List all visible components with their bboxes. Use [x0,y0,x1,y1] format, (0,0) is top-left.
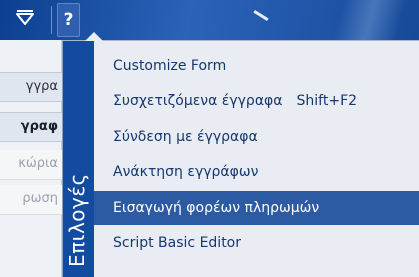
form-field-row[interactable]: ρωση [0,185,62,215]
menu-title: Επιλογές [65,173,89,267]
form-field-label: γγρα [25,79,58,94]
menu-item-shortcut: Shift+F2 [296,93,358,109]
menu-item-label: Ανάκτηση εγγράφων [113,164,259,180]
menu-item-label: Συσχετιζόμενα έγγραφα [113,93,283,109]
menu-item-label: Σύνδεση με έγγραφα [113,129,258,145]
menu-item-label: Customize Form [113,58,227,74]
form-field-label: κώρια [18,156,58,171]
menu-item-related-documents[interactable]: Συσχετιζόμενα έγγραφα Shift+F2 [94,84,419,118]
menu-item-label: Εισαγωγή φορέων πληρωμών [113,200,320,216]
menu-pointer-caret [85,32,103,41]
filter-funnel-icon [15,8,35,32]
form-field-row[interactable]: γραφ [0,112,62,142]
form-field-row[interactable]: κώρια [0,150,62,180]
menu-item-script-basic-editor[interactable]: Script Basic Editor [94,226,419,260]
menu-item-retrieve-documents[interactable]: Ανάκτηση εγγράφων [94,155,419,189]
menu-item-customize-form[interactable]: Customize Form [94,49,419,83]
form-field-label: ρωση [22,191,58,206]
menu-item-import-payment-entities[interactable]: Εισαγωγή φορέων πληρωμών [94,191,419,225]
toolbar-glint [253,9,269,22]
help-button[interactable]: ? [57,3,80,37]
menu-item-label: Script Basic Editor [113,235,242,251]
filter-menu-button[interactable] [0,3,50,37]
form-field-row[interactable]: γγρα [0,72,62,102]
toolbar-separator [51,6,52,34]
options-dropdown-menu: Επιλογές Customize Form Συσχετιζόμενα έγ… [62,32,419,277]
menu-title-strip: Επιλογές [63,41,94,277]
help-icon: ? [63,10,74,30]
menu-item-link-documents[interactable]: Σύνδεση με έγγραφα [94,120,419,154]
form-panel: γγρα γραφ κώρια ρωση [0,40,62,277]
form-field-label: γραφ [20,119,58,134]
top-toolbar: ? [0,0,419,40]
toolbar-highlight [300,0,419,40]
